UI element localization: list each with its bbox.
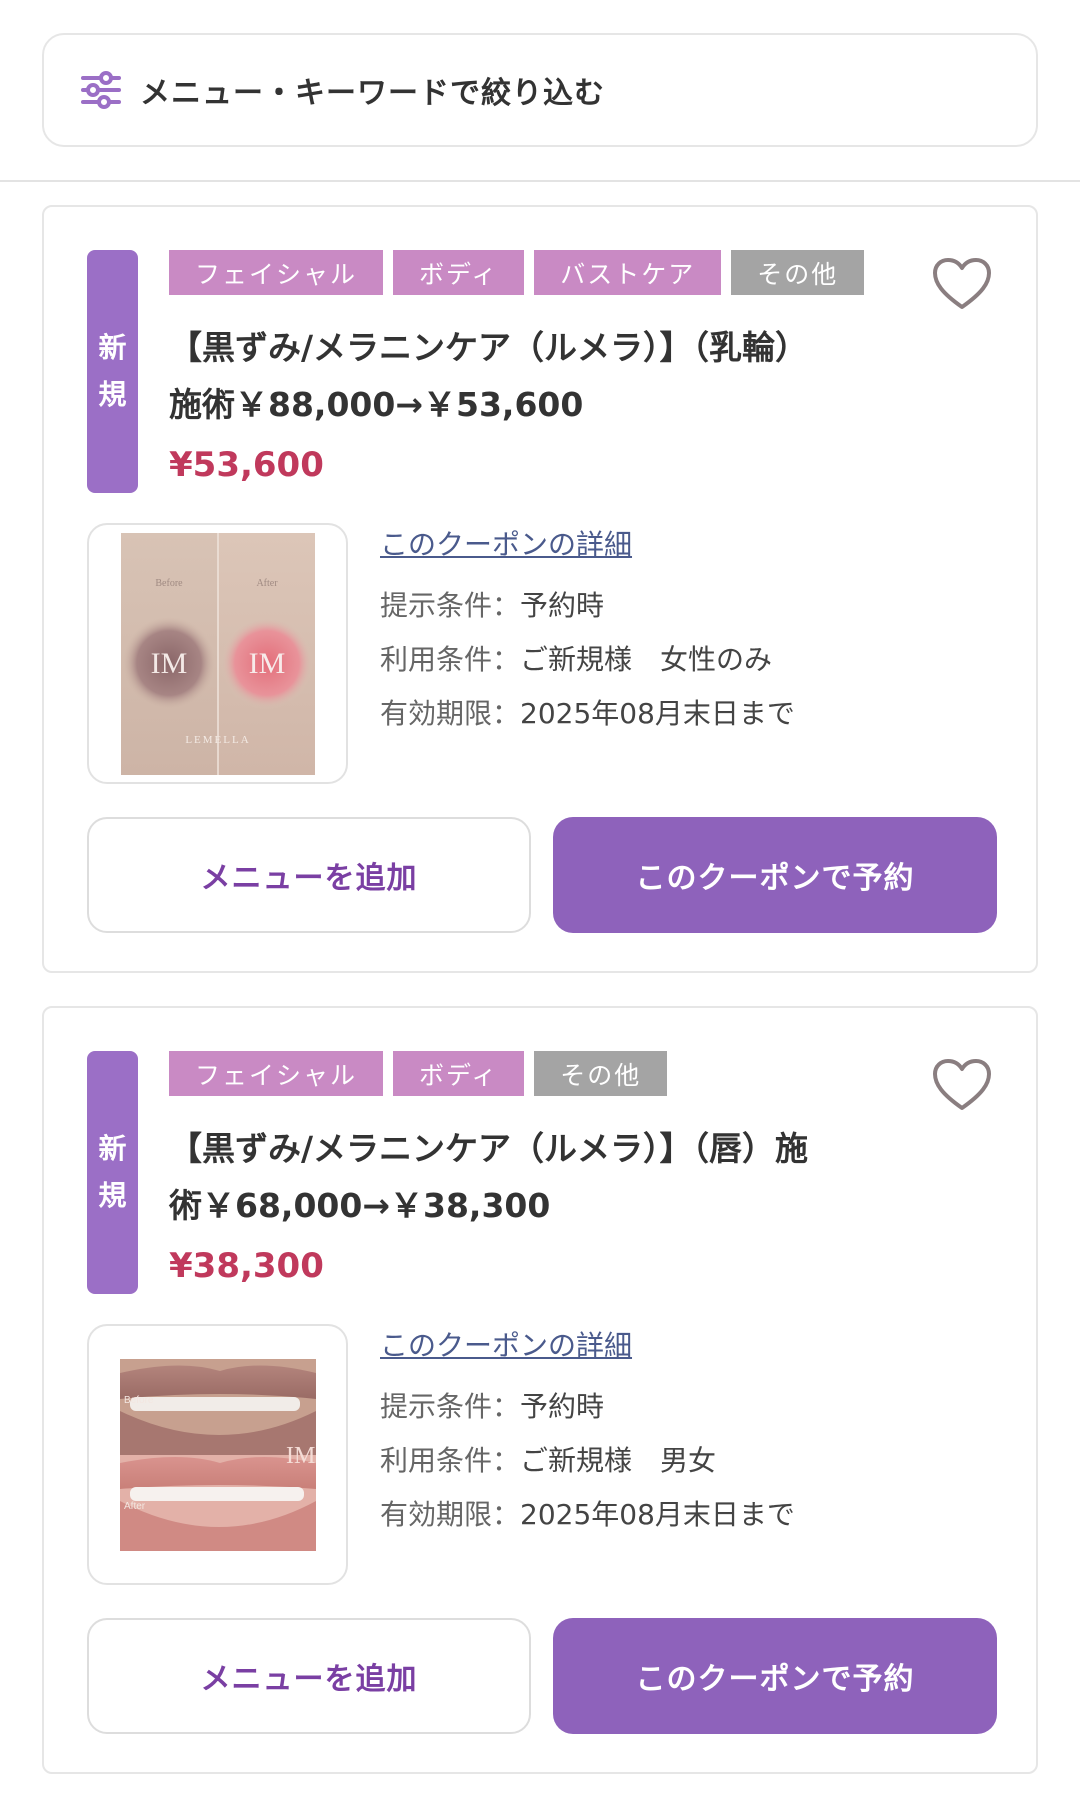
add-menu-button[interactable]: メニューを追加	[87, 817, 531, 933]
coupon-card: 新 規 フェイシャル ボディ バストケア その他 【黒ずみ/メラニンケア（ルメラ…	[42, 205, 1038, 973]
thumb-logo-mark: IM	[150, 647, 187, 680]
coupon-price: ¥53,600	[169, 445, 324, 485]
thumb-before-label: Before	[155, 578, 183, 589]
tag-facial: フェイシャル	[169, 250, 384, 295]
coupon-title: 【黒ずみ/メラニンケア（ルメラ）】（唇）施 術￥68,000→￥38,300	[169, 1120, 889, 1234]
expiry-value: 2025年08月末日まで	[520, 697, 795, 730]
add-menu-button[interactable]: メニューを追加	[87, 1618, 531, 1734]
tag-other: その他	[534, 1051, 668, 1096]
badge-char: 新	[98, 1132, 127, 1166]
present-condition-row: 提示条件：予約時	[380, 1380, 795, 1434]
tag-body: ボディ	[393, 250, 525, 295]
filter-sliders-icon	[80, 69, 122, 111]
filter-search-label: メニュー・キーワードで絞り込む	[140, 76, 605, 111]
use-condition-value: ご新規様 男女	[520, 1444, 717, 1477]
use-condition-row: 利用条件：ご新規様 男女	[380, 1434, 795, 1488]
tag-bust-care: バストケア	[534, 250, 722, 295]
coupon-title: 【黒ずみ/メラニンケア（ルメラ）】（乳輪） 施術￥88,000→￥53,600	[169, 319, 889, 433]
coupon-thumbnail: Before After IM	[87, 1324, 348, 1585]
thumb-logo-mark: IM	[248, 647, 285, 680]
thumb-logo-mark: IM	[286, 1443, 315, 1469]
coupon-conditions: 提示条件：予約時 利用条件：ご新規様 女性のみ 有効期限：2025年08月末日ま…	[380, 579, 795, 741]
thumb-after-label: After	[124, 1501, 146, 1512]
badge-char: 規	[98, 1178, 127, 1212]
filter-search-bar[interactable]: メニュー・キーワードで絞り込む	[42, 33, 1038, 147]
favorite-heart-icon[interactable]	[932, 1058, 992, 1112]
coupon-title-line: 【黒ずみ/メラニンケア（ルメラ）】（乳輪）	[169, 328, 809, 367]
category-tags: フェイシャル ボディ バストケア その他	[169, 250, 865, 295]
coupon-detail-link[interactable]: このクーポンの詳細	[380, 523, 632, 563]
expiry-row: 有効期限：2025年08月末日まで	[380, 1488, 795, 1542]
use-condition-label: 利用条件：	[380, 1444, 521, 1477]
new-customer-badge: 新 規	[87, 250, 138, 493]
tag-body: ボディ	[393, 1051, 525, 1096]
expiry-label: 有効期限：	[380, 1498, 521, 1531]
coupon-title-line: 施術￥88,000→￥53,600	[169, 385, 584, 424]
present-condition-label: 提示条件：	[380, 589, 521, 622]
expiry-row: 有効期限：2025年08月末日まで	[380, 687, 795, 741]
book-with-coupon-button[interactable]: このクーポンで予約	[553, 817, 997, 933]
present-condition-value: 予約時	[520, 589, 605, 622]
coupon-card: 新 規 フェイシャル ボディ その他 【黒ずみ/メラニンケア（ルメラ）】（唇）施…	[42, 1006, 1038, 1774]
use-condition-label: 利用条件：	[380, 643, 521, 676]
coupon-title-line: 【黒ずみ/メラニンケア（ルメラ）】（唇）施	[169, 1129, 809, 1168]
tag-facial: フェイシャル	[169, 1051, 384, 1096]
new-customer-badge: 新 規	[87, 1051, 138, 1294]
use-condition-value: ご新規様 女性のみ	[520, 643, 773, 676]
coupon-detail-link[interactable]: このクーポンの詳細	[380, 1324, 632, 1364]
thumb-before-label: Before	[124, 1395, 154, 1406]
coupon-thumbnail: Before After IM IM LEMELLA	[87, 523, 348, 784]
tag-other: その他	[731, 250, 865, 295]
thumb-after-label: After	[256, 578, 278, 589]
coupon-title-line: 術￥68,000→￥38,300	[169, 1186, 551, 1225]
section-divider	[0, 180, 1080, 182]
badge-char: 規	[98, 377, 127, 411]
coupon-price: ¥38,300	[169, 1246, 324, 1286]
expiry-value: 2025年08月末日まで	[520, 1498, 795, 1531]
thumb-brand-text: LEMELLA	[185, 734, 250, 746]
present-condition-label: 提示条件：	[380, 1390, 521, 1423]
use-condition-row: 利用条件：ご新規様 女性のみ	[380, 633, 795, 687]
book-with-coupon-button[interactable]: このクーポンで予約	[553, 1618, 997, 1734]
coupon-conditions: 提示条件：予約時 利用条件：ご新規様 男女 有効期限：2025年08月末日まで	[380, 1380, 795, 1542]
badge-char: 新	[98, 331, 127, 365]
expiry-label: 有効期限：	[380, 697, 521, 730]
favorite-heart-icon[interactable]	[932, 257, 992, 311]
category-tags: フェイシャル ボディ その他	[169, 1051, 668, 1096]
present-condition-row: 提示条件：予約時	[380, 579, 795, 633]
present-condition-value: 予約時	[520, 1390, 605, 1423]
